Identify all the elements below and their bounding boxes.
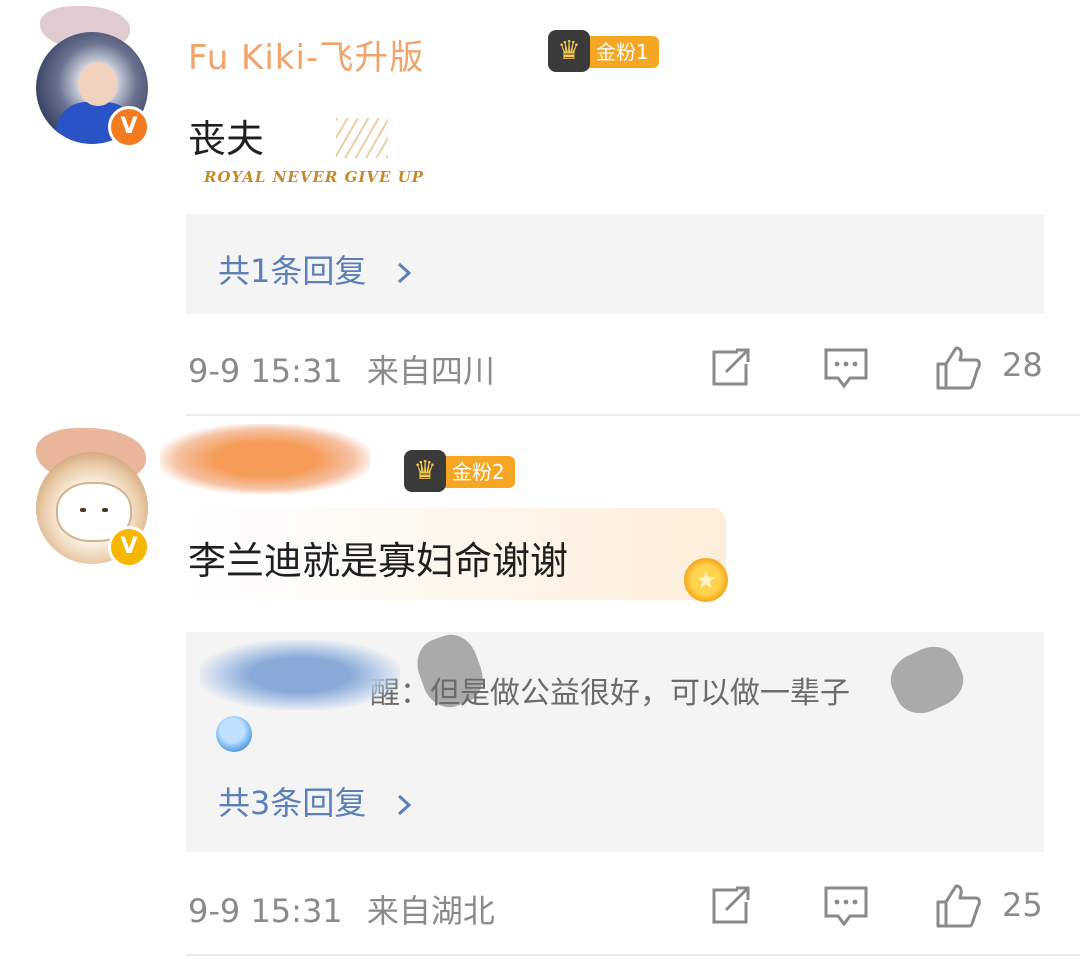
share-icon[interactable] bbox=[708, 346, 756, 390]
comment-meta: 9-9 15:31 来自湖北 bbox=[188, 886, 495, 932]
like-icon[interactable] bbox=[934, 346, 982, 390]
username-redaction bbox=[160, 424, 370, 494]
chevron-right-icon bbox=[397, 794, 411, 816]
location: 来自湖北 bbox=[366, 892, 495, 930]
comment-icon[interactable] bbox=[822, 346, 870, 390]
view-replies-link[interactable]: 共3条回复 bbox=[218, 778, 415, 824]
view-replies-link[interactable]: 共1条回复 bbox=[218, 246, 415, 292]
fan-level-badge[interactable]: ♛ 金粉2 bbox=[404, 450, 515, 492]
fan-card-logo: ROYAL NEVER GIVE UP bbox=[204, 168, 425, 186]
comment-item bbox=[0, 0, 1080, 416]
like-count: 28 bbox=[1002, 346, 1043, 384]
like-icon[interactable] bbox=[934, 884, 982, 928]
timestamp: 9-9 15:31 bbox=[188, 352, 343, 390]
reply-username-redaction bbox=[200, 640, 400, 710]
timestamp: 9-9 15:31 bbox=[188, 892, 343, 930]
fan-level-badge[interactable]: ♛ 金粉1 bbox=[548, 30, 659, 72]
medal-icon: ★ bbox=[676, 554, 732, 606]
card-decoration bbox=[336, 118, 388, 158]
comment-text: 丧夫 bbox=[188, 117, 265, 161]
like-count: 25 bbox=[1002, 886, 1043, 924]
emoji-icon bbox=[216, 716, 252, 752]
comment-icon[interactable] bbox=[822, 884, 870, 928]
verified-icon: V bbox=[108, 526, 150, 568]
location: 来自四川 bbox=[366, 352, 495, 390]
share-icon[interactable] bbox=[708, 884, 756, 928]
chevron-right-icon bbox=[397, 262, 411, 284]
username[interactable]: Fu Kiki-飞升版 bbox=[188, 30, 424, 79]
comment-meta: 9-9 15:31 来自四川 bbox=[188, 346, 495, 392]
verified-icon: V bbox=[108, 106, 150, 148]
comment-text: 李兰迪就是寡妇命谢谢 bbox=[188, 539, 569, 583]
divider bbox=[186, 954, 1080, 956]
crown-icon: ♛ bbox=[404, 450, 446, 492]
crown-icon: ♛ bbox=[548, 30, 590, 72]
